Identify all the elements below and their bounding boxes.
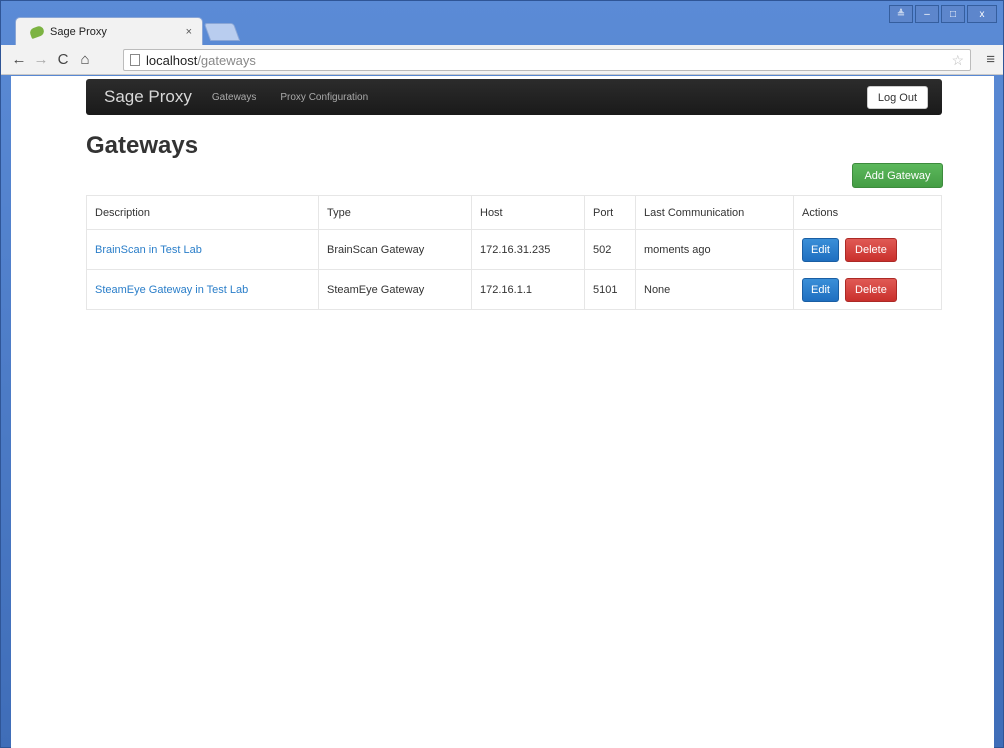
gateway-port: 502 [584,229,636,270]
table-row: SteamEye Gateway in Test Lab SteamEye Ga… [86,269,942,310]
nav-link-gateways[interactable]: Gateways [212,92,256,103]
browser-window: Sage Proxy × ≜ – □ x ← → C ⌂ localhost/g… [0,0,1004,748]
logout-button[interactable]: Log Out [866,86,928,109]
gateway-type: BrainScan Gateway [318,229,472,270]
table-row: BrainScan in Test Lab BrainScan Gateway … [86,229,942,270]
gateway-last-communication: moments ago [635,229,794,270]
page-icon [130,54,140,66]
brand-link[interactable]: Sage Proxy [104,87,192,107]
user-icon[interactable]: ≜ [889,5,913,23]
tab-title: Sage Proxy [50,25,107,38]
new-tab-button[interactable] [203,23,241,41]
gateway-port: 5101 [584,269,636,310]
edit-button[interactable]: Edit [802,237,839,262]
url-host: localhost [146,52,198,68]
gateway-actions: Edit Delete [793,229,942,270]
back-arrow-icon[interactable]: ← [9,51,29,68]
bookmark-star-icon[interactable]: ☆ [951,52,964,69]
forward-arrow-icon[interactable]: → [31,51,51,68]
browser-tab[interactable]: Sage Proxy × [15,17,203,45]
column-header-type: Type [318,195,472,230]
edit-button[interactable]: Edit [802,277,839,302]
column-header-port: Port [584,195,636,230]
gateway-description-link[interactable]: SteamEye Gateway in Test Lab [86,269,319,310]
gateway-host: 172.16.31.235 [471,229,585,270]
gateway-actions: Edit Delete [793,269,942,310]
gateway-last-communication: None [635,269,794,310]
menu-icon[interactable]: ≡ [986,51,995,68]
app-navbar: Sage Proxy Gateways Proxy Configuration … [86,79,942,115]
window-controls: ≜ – □ x [889,5,997,23]
home-icon[interactable]: ⌂ [75,51,95,68]
delete-button[interactable]: Delete [845,237,897,262]
column-header-actions: Actions [793,195,942,230]
leaf-favicon-icon [28,24,46,39]
gateway-type: SteamEye Gateway [318,269,472,310]
maximize-icon[interactable]: □ [941,5,965,23]
close-window-icon[interactable]: x [967,5,997,23]
gateways-table: Description Type Host Port Last Communic… [86,195,942,310]
browser-toolbar: ← → C ⌂ localhost/gateways ☆ ≡ [1,45,1003,75]
add-gateway-button[interactable]: Add Gateway [852,163,943,188]
reload-icon[interactable]: C [53,51,73,68]
tab-strip: Sage Proxy × ≜ – □ x [1,1,1003,45]
table-header-row: Description Type Host Port Last Communic… [86,195,942,230]
nav-link-proxy-configuration[interactable]: Proxy Configuration [280,92,368,103]
delete-button[interactable]: Delete [845,277,897,302]
address-bar[interactable]: localhost/gateways ☆ [123,49,971,71]
tab-close-icon[interactable]: × [186,26,192,38]
column-header-description: Description [86,195,319,230]
minimize-icon[interactable]: – [915,5,939,23]
page-title: Gateways [86,132,199,159]
url-path: /gateways [197,52,256,68]
gateway-host: 172.16.1.1 [471,269,585,310]
column-header-last-communication: Last Communication [635,195,794,230]
page-viewport: Sage Proxy Gateways Proxy Configuration … [11,76,994,748]
column-header-host: Host [471,195,585,230]
gateway-description-link[interactable]: BrainScan in Test Lab [86,229,319,270]
